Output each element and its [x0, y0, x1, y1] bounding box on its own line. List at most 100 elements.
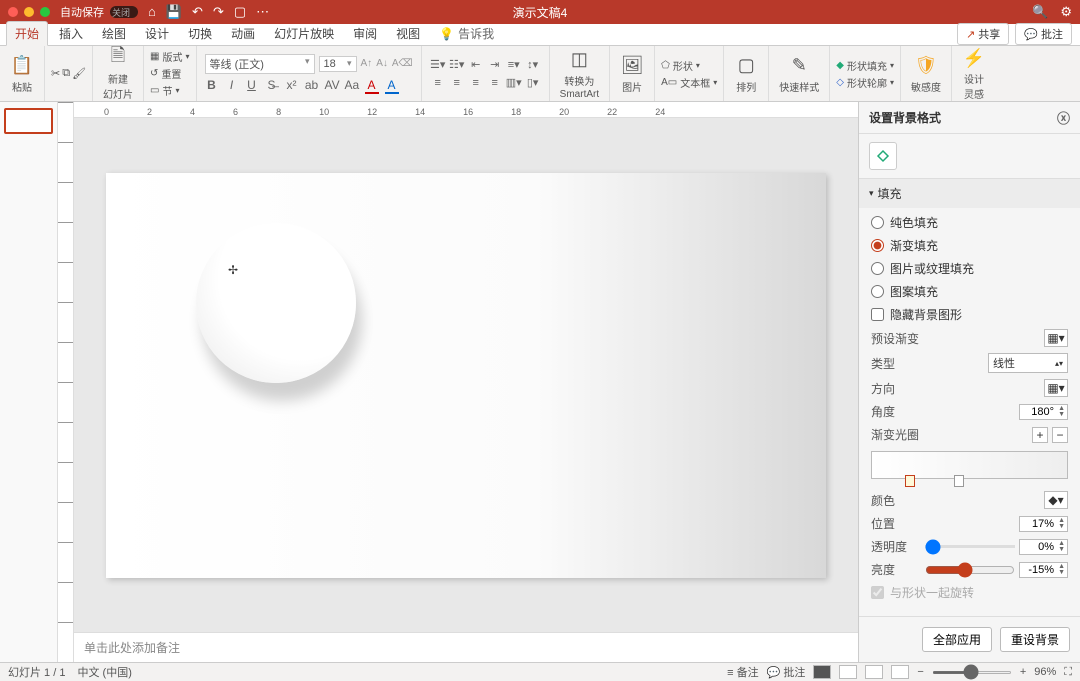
gradient-stop-1[interactable]: [905, 475, 915, 487]
tellme[interactable]: 💡告诉我: [431, 22, 502, 45]
fill-picture-radio[interactable]: 图片或纹理填充: [871, 260, 1068, 277]
close-window-icon[interactable]: [8, 7, 18, 17]
decrease-font-icon[interactable]: A↓: [376, 58, 388, 69]
autosave-toggle[interactable]: 自动保存 关闭: [60, 4, 138, 20]
section-button[interactable]: ▭节▾: [150, 82, 189, 99]
increase-font-icon[interactable]: A↑: [361, 58, 373, 69]
direction-select[interactable]: ▦▾: [1044, 379, 1068, 397]
tab-transitions[interactable]: 切换: [180, 22, 220, 45]
more-icon[interactable]: ⋯: [256, 4, 269, 20]
indent-dec-icon[interactable]: ⇤: [468, 58, 484, 72]
numbering-icon[interactable]: ☷▾: [449, 58, 465, 72]
tab-design[interactable]: 设计: [137, 22, 177, 45]
justify-icon[interactable]: ≡: [487, 76, 503, 90]
zoom-in-icon[interactable]: +: [1020, 666, 1026, 678]
brightness-input[interactable]: ▲▼: [1019, 562, 1068, 578]
char-spacing-icon[interactable]: AV: [325, 78, 339, 94]
new-slide-button[interactable]: 🗎 新建 幻灯片: [99, 44, 137, 103]
notes-pane[interactable]: 单击此处添加备注: [74, 632, 858, 662]
normal-view-icon[interactable]: [813, 665, 831, 679]
zoom-slider[interactable]: [932, 671, 1012, 674]
text-direction-icon[interactable]: ↕▾: [525, 58, 541, 72]
fill-gradient-radio[interactable]: 渐变填充: [871, 237, 1068, 254]
zoom-out-icon[interactable]: −: [917, 666, 923, 678]
tab-slideshow[interactable]: 幻灯片放映: [266, 22, 342, 45]
remove-stop-icon[interactable]: −: [1052, 427, 1068, 443]
fill-section-header[interactable]: ▾填充: [859, 179, 1080, 208]
tab-home[interactable]: 开始: [6, 21, 48, 46]
highlight-icon[interactable]: ab: [305, 78, 319, 94]
gradient-stops-bar[interactable]: [871, 451, 1068, 479]
align-right-icon[interactable]: ≡: [468, 76, 484, 90]
comments-toggle[interactable]: 💬 批注: [767, 664, 806, 680]
align-left-icon[interactable]: ≡: [430, 76, 446, 90]
font-size-select[interactable]: 18▾: [319, 56, 357, 72]
notes-toggle[interactable]: ≡ 备注: [727, 664, 758, 680]
share-button[interactable]: ↗共享: [957, 23, 1009, 45]
slide-canvas[interactable]: ✢: [106, 173, 826, 578]
settings-icon[interactable]: ⚙: [1060, 4, 1072, 20]
slideshow-view-icon[interactable]: [891, 665, 909, 679]
tab-view[interactable]: 视图: [388, 22, 428, 45]
picture-button[interactable]: 🖼 图片: [616, 52, 648, 96]
italic-icon[interactable]: I: [225, 78, 239, 94]
reading-view-icon[interactable]: [865, 665, 883, 679]
add-stop-icon[interactable]: +: [1032, 427, 1048, 443]
tab-draw[interactable]: 绘图: [94, 22, 134, 45]
copy-icon[interactable]: ⧉: [62, 67, 70, 80]
font-name-select[interactable]: 等线 (正文)▾: [205, 54, 315, 74]
fill-pattern-radio[interactable]: 图案填充: [871, 283, 1068, 300]
font-color-icon[interactable]: A: [365, 78, 379, 94]
bold-icon[interactable]: B: [205, 78, 219, 94]
fit-window-icon[interactable]: ⛶: [1064, 666, 1072, 679]
gradient-stop-2[interactable]: [954, 475, 964, 487]
layout-button[interactable]: ▦版式▾: [150, 48, 189, 65]
columns-icon[interactable]: ▥▾: [506, 76, 522, 90]
arrange-button[interactable]: ▢ 排列: [730, 52, 762, 96]
underline-icon[interactable]: U: [245, 78, 259, 94]
undo-icon[interactable]: ↶: [192, 4, 203, 20]
shape-outline-button[interactable]: ◇形状轮廓▾: [836, 74, 894, 91]
slide-thumb-1[interactable]: [4, 108, 53, 134]
comments-button[interactable]: 💬批注: [1015, 23, 1072, 45]
search-icon[interactable]: 🔍: [1032, 4, 1048, 20]
design-ideas-button[interactable]: ⚡ 设计 灵感: [958, 44, 990, 103]
preset-gradient-select[interactable]: ▦▾: [1044, 329, 1068, 347]
sensitivity-button[interactable]: 🛡 敏感度: [907, 52, 945, 96]
slide-counter[interactable]: 幻灯片 1 / 1: [8, 664, 65, 680]
gradient-type-select[interactable]: 线性▴▾: [988, 353, 1068, 373]
save-icon[interactable]: 💾: [166, 4, 182, 20]
redo-icon[interactable]: ↷: [213, 4, 224, 20]
tab-review[interactable]: 审阅: [345, 22, 385, 45]
align-center-icon[interactable]: ≡: [449, 76, 465, 90]
apply-all-button[interactable]: 全部应用: [922, 627, 992, 652]
fill-category-icon[interactable]: [869, 142, 897, 170]
strike-icon[interactable]: S̶: [265, 78, 279, 94]
clear-format-icon[interactable]: A⌫: [392, 58, 413, 69]
line-spacing-icon[interactable]: ≡▾: [506, 58, 522, 72]
minimize-window-icon[interactable]: [24, 7, 34, 17]
align-text-icon[interactable]: ▯▾: [525, 76, 541, 90]
smartart-button[interactable]: ◫ 转换为 SmartArt: [556, 46, 603, 102]
home-icon[interactable]: ⌂: [148, 4, 156, 20]
brightness-slider[interactable]: [925, 562, 1015, 578]
sorter-view-icon[interactable]: [839, 665, 857, 679]
close-pane-icon[interactable]: ⓧ: [1057, 108, 1070, 127]
shape-circle[interactable]: [196, 223, 356, 383]
shape-fill-button[interactable]: ◆形状填充▾: [836, 57, 894, 74]
format-painter-icon[interactable]: 🖌: [72, 67, 86, 80]
zoom-level[interactable]: 96%: [1034, 666, 1056, 678]
tab-animations[interactable]: 动画: [223, 22, 263, 45]
language-indicator[interactable]: 中文 (中国): [77, 664, 131, 680]
reset-background-button[interactable]: 重设背景: [1000, 627, 1070, 652]
stop-color-select[interactable]: ◆▾: [1044, 491, 1068, 509]
bullets-icon[interactable]: ☰▾: [430, 58, 446, 72]
presentation-icon[interactable]: ▢: [234, 4, 246, 20]
cut-icon[interactable]: ✂: [51, 67, 60, 80]
hide-bg-checkbox[interactable]: 隐藏背景图形: [871, 306, 1068, 323]
text-fill-icon[interactable]: A: [385, 78, 399, 94]
textbox-button[interactable]: A▭文本框▾: [661, 74, 717, 91]
fill-solid-radio[interactable]: 纯色填充: [871, 214, 1068, 231]
reset-button[interactable]: ↺重置: [150, 65, 189, 82]
position-input[interactable]: ▲▼: [1019, 516, 1068, 532]
